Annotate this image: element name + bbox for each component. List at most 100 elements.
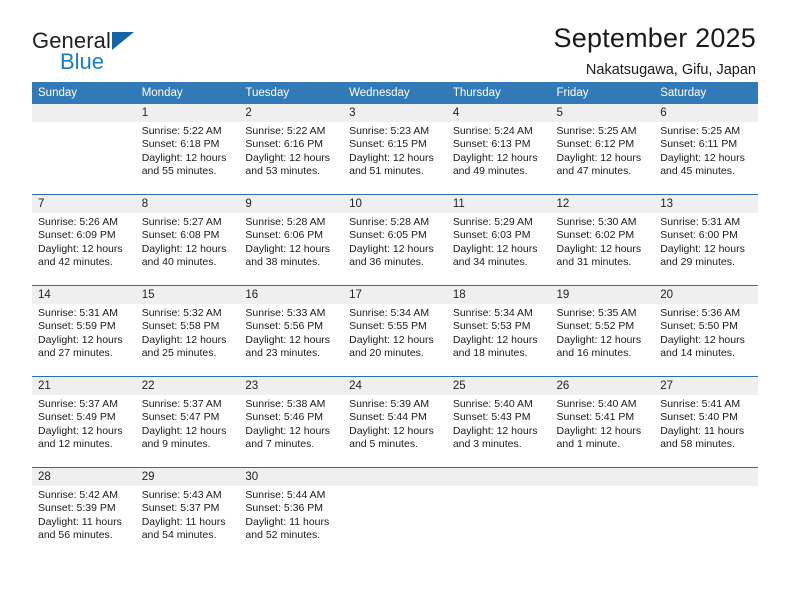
- daylight-text-line1: Daylight: 11 hours: [245, 515, 330, 528]
- day-cell-content: 29 Sunrise: 5:43 AM Sunset: 5:37 PM Dayligh…: [135, 468, 240, 558]
- sunset-text: Sunset: 6:11 PM: [660, 138, 738, 151]
- calendar-week-row: 21 Sunrise: 5:37 AM Sunset: 5:49 PM Dayligh…: [32, 376, 758, 468]
- calendar-day-cell[interactable]: 6 Sunrise: 5:25 AM Sunset: 6:11 PM Daylight…: [654, 104, 758, 195]
- sunset-text: Sunset: 5:44 PM: [349, 411, 427, 424]
- daylight-text-line2: and 5 minutes.: [349, 438, 418, 451]
- calendar-day-cell[interactable]: 1 Sunrise: 5:22 AM Sunset: 6:18 PM Daylight…: [135, 104, 240, 195]
- day-number: [343, 468, 447, 486]
- calendar-day-cell[interactable]: 15 Sunrise: 5:32 AM Sunset: 5:58 PM Dayligh…: [135, 285, 240, 377]
- calendar-day-cell[interactable]: 29 Sunrise: 5:43 AM Sunset: 5:37 PM Dayligh…: [135, 467, 240, 558]
- calendar-day-cell[interactable]: 14 Sunrise: 5:31 AM Sunset: 5:59 PM Dayligh…: [32, 285, 136, 377]
- calendar-day-cell[interactable]: [446, 467, 551, 558]
- day-details: Sunrise: 5:37 AM Sunset: 5:49 PM Daylight:…: [32, 395, 136, 452]
- day-number: 27: [654, 377, 758, 395]
- daylight-text-line1: Daylight: 12 hours: [452, 333, 538, 346]
- daylight-text-line2: and 9 minutes.: [141, 438, 211, 451]
- calendar-day-cell[interactable]: 13 Sunrise: 5:31 AM Sunset: 6:00 PM Dayligh…: [654, 194, 758, 286]
- calendar-day-cell[interactable]: 7 Sunrise: 5:26 AM Sunset: 6:09 PM Daylight…: [32, 194, 136, 286]
- weekday-header-wednesday: Wednesday: [343, 82, 447, 104]
- calendar-day-cell[interactable]: 2 Sunrise: 5:22 AM Sunset: 6:16 PM Daylight…: [239, 104, 344, 195]
- calendar-day-cell[interactable]: 19 Sunrise: 5:35 AM Sunset: 5:52 PM Dayligh…: [550, 285, 655, 377]
- calendar-day-cell[interactable]: 22 Sunrise: 5:37 AM Sunset: 5:47 PM Dayligh…: [135, 376, 240, 468]
- day-details: Sunrise: 5:22 AM Sunset: 6:16 PM Daylight:…: [239, 122, 343, 179]
- sunset-text: Sunset: 6:13 PM: [452, 138, 531, 151]
- daylight-text-line1: Daylight: 12 hours: [452, 242, 538, 255]
- daylight-text-line2: and 42 minutes.: [38, 256, 113, 269]
- calendar-day-cell[interactable]: 24 Sunrise: 5:39 AM Sunset: 5:44 PM Dayligh…: [343, 376, 447, 468]
- calendar-day-cell[interactable]: 17 Sunrise: 5:34 AM Sunset: 5:55 PM Dayligh…: [343, 285, 447, 377]
- calendar-day-cell[interactable]: 8 Sunrise: 5:27 AM Sunset: 6:08 PM Daylight…: [135, 194, 240, 286]
- sunset-text: Sunset: 6:05 PM: [349, 229, 427, 242]
- calendar-day-cell[interactable]: [32, 104, 136, 195]
- weekday-header-monday: Monday: [135, 82, 240, 104]
- day-cell-content: 28 Sunrise: 5:42 AM Sunset: 5:39 PM Dayligh…: [32, 468, 136, 558]
- calendar-day-cell[interactable]: 12 Sunrise: 5:30 AM Sunset: 6:02 PM Dayligh…: [550, 194, 655, 286]
- day-number: 30: [239, 468, 344, 486]
- day-cell-content: 13 Sunrise: 5:31 AM Sunset: 6:00 PM Dayligh…: [654, 195, 758, 285]
- calendar-day-cell[interactable]: [550, 467, 655, 558]
- day-details: [654, 486, 758, 489]
- daylight-text-line1: Daylight: 12 hours: [556, 333, 642, 346]
- day-cell-content: 9 Sunrise: 5:28 AM Sunset: 6:06 PM Daylight…: [239, 195, 344, 285]
- calendar-day-cell[interactable]: 16 Sunrise: 5:33 AM Sunset: 5:56 PM Dayligh…: [239, 285, 344, 377]
- calendar-day-cell[interactable]: 3 Sunrise: 5:23 AM Sunset: 6:15 PM Daylight…: [343, 104, 447, 195]
- day-number: 16: [239, 286, 344, 304]
- logo-text-blue: Blue: [60, 49, 105, 74]
- sunset-text: Sunset: 6:08 PM: [141, 229, 220, 242]
- sunset-text: Sunset: 5:59 PM: [38, 320, 116, 333]
- calendar-day-cell[interactable]: 10 Sunrise: 5:28 AM Sunset: 6:05 PM Dayligh…: [343, 194, 447, 286]
- sunset-text: Sunset: 6:06 PM: [245, 229, 324, 242]
- day-number: [446, 468, 551, 486]
- calendar-day-cell[interactable]: 5 Sunrise: 5:25 AM Sunset: 6:12 PM Daylight…: [550, 104, 655, 195]
- day-details: Sunrise: 5:31 AM Sunset: 6:00 PM Daylight:…: [654, 213, 758, 270]
- day-number: 2: [239, 104, 344, 122]
- sunrise-text: Sunrise: 5:39 AM: [349, 398, 430, 410]
- daylight-text-line1: Daylight: 12 hours: [660, 333, 745, 346]
- sunset-text: Sunset: 5:56 PM: [245, 320, 324, 333]
- daylight-text-line1: Daylight: 12 hours: [141, 242, 227, 255]
- weekday-header-thursday: Thursday: [446, 82, 551, 104]
- daylight-text-line1: Daylight: 12 hours: [245, 242, 331, 255]
- day-cell-content: [32, 104, 136, 194]
- daylight-text-line2: and 54 minutes.: [141, 529, 217, 542]
- calendar-day-cell[interactable]: 26 Sunrise: 5:40 AM Sunset: 5:41 PM Dayligh…: [550, 376, 655, 468]
- calendar-day-cell[interactable]: [654, 467, 758, 558]
- sunset-text: Sunset: 5:39 PM: [38, 502, 116, 515]
- calendar-day-cell[interactable]: 23 Sunrise: 5:38 AM Sunset: 5:46 PM Dayligh…: [239, 376, 344, 468]
- day-details: Sunrise: 5:40 AM Sunset: 5:41 PM Daylight:…: [551, 395, 655, 452]
- calendar-day-cell[interactable]: 9 Sunrise: 5:28 AM Sunset: 6:06 PM Daylight…: [239, 194, 344, 286]
- daylight-text-line2: and 31 minutes.: [556, 256, 632, 269]
- sunrise-text: Sunrise: 5:22 AM: [245, 125, 326, 137]
- day-cell-content: 19 Sunrise: 5:35 AM Sunset: 5:52 PM Dayligh…: [550, 286, 655, 376]
- daylight-text-line1: Daylight: 12 hours: [660, 151, 745, 164]
- day-cell-content: 3 Sunrise: 5:23 AM Sunset: 6:15 PM Daylight…: [343, 104, 447, 194]
- sunrise-text: Sunrise: 5:31 AM: [38, 307, 118, 319]
- sunrise-text: Sunrise: 5:43 AM: [141, 489, 222, 501]
- calendar-day-cell[interactable]: 20 Sunrise: 5:36 AM Sunset: 5:50 PM Dayligh…: [654, 285, 758, 377]
- daylight-text-line2: and 58 minutes.: [660, 438, 735, 451]
- general-blue-logo[interactable]: General Blue: [32, 22, 134, 73]
- daylight-text-line2: and 27 minutes.: [38, 347, 113, 360]
- daylight-text-line1: Daylight: 12 hours: [452, 151, 538, 164]
- day-cell-content: 2 Sunrise: 5:22 AM Sunset: 6:16 PM Daylight…: [239, 104, 344, 194]
- calendar-day-cell[interactable]: [343, 467, 447, 558]
- calendar-day-cell[interactable]: 4 Sunrise: 5:24 AM Sunset: 6:13 PM Daylight…: [446, 104, 551, 195]
- daylight-text-line2: and 20 minutes.: [349, 347, 424, 360]
- calendar-day-cell[interactable]: 11 Sunrise: 5:29 AM Sunset: 6:03 PM Dayligh…: [446, 194, 551, 286]
- calendar-day-cell[interactable]: 30 Sunrise: 5:44 AM Sunset: 5:36 PM Dayligh…: [239, 467, 344, 558]
- calendar-day-cell[interactable]: 25 Sunrise: 5:40 AM Sunset: 5:43 PM Dayligh…: [446, 376, 551, 468]
- sunrise-text: Sunrise: 5:41 AM: [660, 398, 741, 410]
- day-cell-content: 14 Sunrise: 5:31 AM Sunset: 5:59 PM Dayligh…: [32, 286, 136, 376]
- calendar-day-cell[interactable]: 21 Sunrise: 5:37 AM Sunset: 5:49 PM Dayligh…: [32, 376, 136, 468]
- calendar-table: Sunday Monday Tuesday Wednesday Thursday…: [32, 82, 758, 558]
- daylight-text-line2: and 23 minutes.: [245, 347, 321, 360]
- sunset-text: Sunset: 6:16 PM: [245, 138, 324, 151]
- day-cell-content: 5 Sunrise: 5:25 AM Sunset: 6:12 PM Daylight…: [550, 104, 655, 194]
- calendar-day-cell[interactable]: 27 Sunrise: 5:41 AM Sunset: 5:40 PM Dayligh…: [654, 376, 758, 468]
- day-number: 17: [343, 286, 447, 304]
- calendar-day-cell[interactable]: 18 Sunrise: 5:34 AM Sunset: 5:53 PM Dayligh…: [446, 285, 551, 377]
- sunset-text: Sunset: 6:03 PM: [452, 229, 531, 242]
- day-cell-content: 4 Sunrise: 5:24 AM Sunset: 6:13 PM Daylight…: [446, 104, 551, 194]
- calendar-day-cell[interactable]: 28 Sunrise: 5:42 AM Sunset: 5:39 PM Dayligh…: [32, 467, 136, 558]
- daylight-text-line2: and 49 minutes.: [452, 165, 528, 178]
